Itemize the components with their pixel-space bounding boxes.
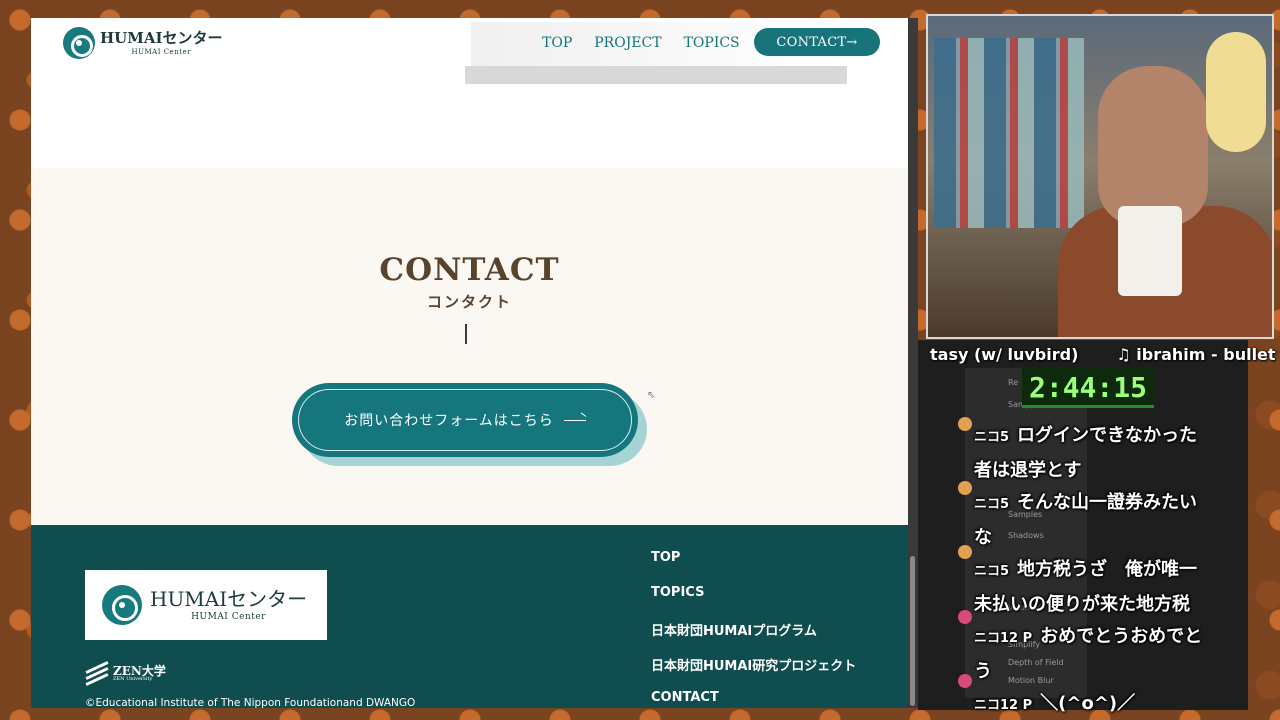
- chat-badge-icon: [958, 545, 972, 559]
- browser-scrollbar-thumb[interactable]: [910, 556, 915, 706]
- site-footer: HUMAIセンター HUMAI Center ZEN大学 ZEN Univers…: [31, 525, 908, 708]
- music-ticker: tasy (w/ luvbird) ♫ ibrahim - bullet tr: [930, 345, 1280, 364]
- mouse-cursor-icon: ⇖: [647, 390, 656, 401]
- chat-line: 者は退学とす: [974, 459, 1082, 481]
- chat-line: な: [974, 526, 992, 548]
- humai-logo-icon: [63, 27, 95, 59]
- footer-link-topics[interactable]: TOPICS: [651, 585, 856, 620]
- chat-line: う: [974, 660, 992, 682]
- gray-placeholder-bar: [465, 66, 847, 84]
- webcam-feed: [926, 14, 1274, 339]
- contact-form-button-label: お問い合わせフォームはこちら: [344, 413, 554, 429]
- contact-title: CONTACT: [379, 252, 560, 288]
- blender-item: Re: [1008, 378, 1019, 387]
- footer-link-humai-research[interactable]: 日本財団HUMAI研究プロジェクト: [651, 655, 856, 690]
- footer-logo-subtitle: HUMAI Center: [191, 611, 266, 622]
- chat-line: 未払いの便りが来た地方税: [974, 593, 1190, 615]
- nav-project[interactable]: PROJECT: [594, 35, 661, 51]
- zen-university-logo[interactable]: ZEN大学 ZEN University: [85, 661, 166, 686]
- chat-overlay: ニコ5 ログインできなかった 者は退学とす ニコ5 そんな山一證券みたい な ニコ5…: [974, 420, 1240, 720]
- contact-subtitle: コンタクト: [426, 293, 512, 311]
- webcam-person-face: [1098, 66, 1208, 226]
- footer-logo[interactable]: HUMAIセンター HUMAI Center: [85, 570, 327, 640]
- chat-line: ニコ12 P おめでとうおめでと: [974, 626, 1203, 647]
- footer-link-contact[interactable]: CONTACT: [651, 690, 856, 708]
- browser-page: HUMAIセンター HUMAI Center TOP PROJECT TOPIC…: [31, 18, 908, 708]
- chat-line: ニコ5 地方税うざ 俺が唯一: [974, 559, 1198, 580]
- footer-link-top[interactable]: TOP: [651, 550, 856, 585]
- nav-top[interactable]: TOP: [542, 35, 572, 51]
- chat-line: ニコ5 ログインできなかった: [974, 425, 1198, 446]
- humai-logo-icon: [102, 585, 142, 625]
- chat-line: ニコ12 P ＼(^o^)／: [974, 693, 1136, 714]
- chat-line: ニコ5 そんな山一證券みたい: [974, 492, 1198, 513]
- contact-divider: [465, 324, 467, 344]
- chat-badge-icon: [958, 610, 972, 624]
- site-logo[interactable]: HUMAIセンター HUMAI Center: [63, 27, 223, 59]
- stream-timer: 2:44:15: [1022, 368, 1154, 408]
- webcam-wall-posters: [934, 38, 1084, 228]
- footer-logo-title: HUMAIセンター: [150, 586, 308, 611]
- contact-form-button[interactable]: お問い合わせフォームはこちら: [292, 383, 638, 457]
- music-ticker-text: ♫ ibrahim - bullet tr: [1116, 345, 1280, 364]
- footer-link-humai-program[interactable]: 日本財団HUMAIプログラム: [651, 620, 856, 655]
- nav-topics[interactable]: TOPICS: [684, 35, 740, 51]
- contact-section: CONTACT コンタクト お問い合わせフォームはこちら: [31, 168, 908, 525]
- chat-badge-icon: [958, 481, 972, 495]
- arrow-right-icon: [563, 416, 586, 424]
- nav-contact-button[interactable]: CONTACT→: [754, 28, 880, 56]
- zen-logo-icon: [85, 661, 109, 686]
- webcam-mug: [1118, 206, 1182, 296]
- webcam-teddy-bear: [1206, 32, 1266, 152]
- chat-badge-icon: [958, 674, 972, 688]
- copyright-text: ©Educational Institute of The Nippon Fou…: [85, 697, 416, 708]
- chat-badge-icon: [958, 417, 972, 431]
- main-nav: TOP PROJECT TOPICS: [542, 35, 740, 51]
- logo-subtitle: HUMAI Center: [131, 47, 192, 56]
- site-header: HUMAIセンター HUMAI Center TOP PROJECT TOPIC…: [31, 18, 908, 68]
- footer-nav: TOP TOPICS 日本財団HUMAIプログラム 日本財団HUMAI研究プロジ…: [651, 550, 856, 708]
- music-ticker-text: tasy (w/ luvbird): [930, 345, 1079, 364]
- logo-title: HUMAIセンター: [100, 28, 223, 47]
